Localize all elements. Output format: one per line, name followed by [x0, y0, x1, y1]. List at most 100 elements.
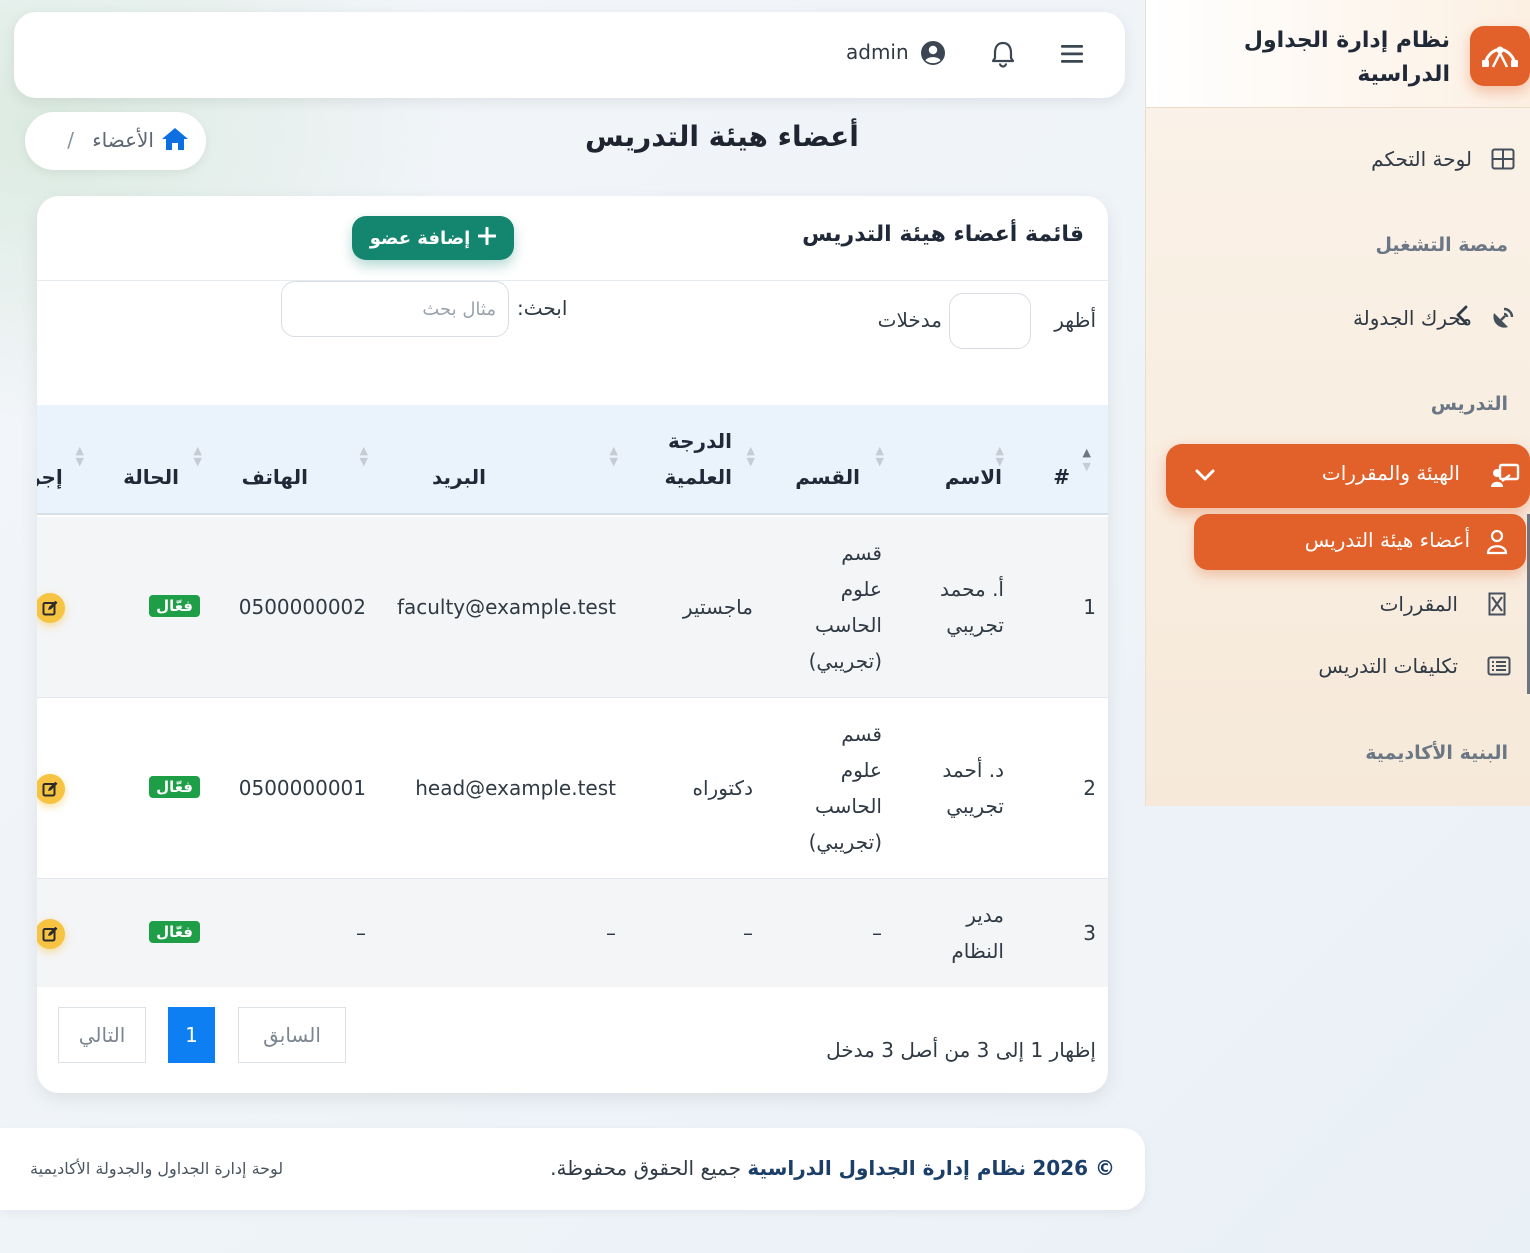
- pagination-page-1[interactable]: 1: [168, 1007, 215, 1063]
- user-circle-icon[interactable]: [920, 40, 946, 68]
- chalkboard-teacher-icon: [1490, 462, 1520, 490]
- cell-phone: 0500000001: [238, 776, 366, 800]
- sidebar-section-platform: منصة التشغيل: [1375, 234, 1508, 256]
- status-badge: فعّال: [149, 595, 200, 617]
- sort-desc-icon[interactable]: ▼: [1083, 461, 1091, 472]
- table-row[interactable]: 3 مدير النظام – – – – فعّال: [37, 879, 1108, 987]
- sidebar-item-engine[interactable]: محرك الجدولة: [1145, 293, 1530, 343]
- breadcrumb: الأعضاء /: [25, 112, 206, 170]
- col-num[interactable]: #: [1053, 459, 1070, 495]
- add-member-label: إضافة عضو: [369, 227, 471, 249]
- sort-icon[interactable]: ▲ ▼: [876, 445, 884, 467]
- cell-name-line2: تجريبي: [946, 794, 1004, 818]
- cell-email: head@example.test: [415, 776, 616, 800]
- footer-copyright: © 2026 نظام إدارة الجداول الدراسية جميع …: [550, 1156, 1115, 1180]
- card-title: قائمة أعضاء هيئة التدريس: [802, 222, 1084, 247]
- edit-button[interactable]: [37, 593, 65, 623]
- sidebar-section-academic: البنية الأكاديمية: [1365, 742, 1508, 764]
- cell-dept-line2: علوم: [840, 758, 882, 782]
- sidebar-item-label: تكليفات التدريس: [1318, 654, 1458, 678]
- col-degree-line2[interactable]: العلمية: [664, 459, 732, 495]
- sort-icon[interactable]: ▲ ▼: [610, 445, 618, 467]
- col-degree-line1[interactable]: الدرجة: [668, 423, 732, 459]
- list-icon: [1486, 653, 1512, 679]
- footer-year: © 2026: [1032, 1156, 1115, 1180]
- add-member-button[interactable]: إضافة عضو: [352, 216, 514, 260]
- page-title: أعضاء هيئة التدريس: [585, 120, 859, 153]
- cell-dept: –: [872, 921, 882, 945]
- pagination-next[interactable]: التالي: [58, 1007, 146, 1063]
- sidebar-item-label: المقررات: [1379, 592, 1458, 616]
- cell-degree: –: [743, 921, 753, 945]
- col-phone[interactable]: الهاتف: [242, 459, 308, 495]
- cell-dept-line1: قسم: [841, 541, 882, 565]
- cell-dept-line1: قسم: [841, 722, 882, 746]
- sidebar-item-label: الهيئة والمقررات: [1321, 461, 1460, 485]
- footer-rights: جميع الحقوق محفوظة.: [550, 1156, 742, 1180]
- cell-num: 2: [1083, 776, 1096, 800]
- footer-brand[interactable]: نظام إدارة الجداول الدراسية: [747, 1156, 1026, 1180]
- sidebar-section-teaching: التدريس: [1430, 393, 1508, 415]
- col-name[interactable]: الاسم: [945, 459, 1002, 495]
- edit-icon: [42, 781, 58, 797]
- hamburger-menu-icon[interactable]: [1059, 42, 1085, 66]
- col-dept[interactable]: القسم: [795, 459, 860, 495]
- chevron-down-icon: [1194, 458, 1216, 496]
- sort-asc-icon[interactable]: ▲: [1083, 447, 1091, 458]
- breadcrumb-separator: /: [67, 128, 74, 152]
- show-label: أظهر: [1054, 308, 1096, 332]
- brand-logo-icon: [1470, 26, 1530, 86]
- table-row[interactable]: 2 د. أحمد تجريبي قسم علوم الحاسب (تجريبي…: [37, 698, 1108, 879]
- cell-name-line2: تجريبي: [946, 613, 1004, 637]
- edit-button[interactable]: [37, 774, 65, 804]
- col-email[interactable]: البريد: [432, 459, 486, 495]
- table-info: إظهار 1 إلى 3 من أصل 3 مدخل: [826, 1038, 1096, 1062]
- cell-dept-line3: الحاسب: [814, 794, 882, 818]
- breadcrumb-current: الأعضاء: [92, 128, 154, 152]
- brand[interactable]: نظام إدارة الجداول الدراسية: [1146, 0, 1530, 108]
- sort-icon[interactable]: ▲ ▼: [360, 445, 368, 467]
- page-length-select[interactable]: [949, 293, 1031, 349]
- table-row[interactable]: 1 أ. محمد تجريبي قسم علوم الحاسب (تجريبي…: [37, 517, 1108, 698]
- home-icon[interactable]: [160, 126, 190, 154]
- sort-icon[interactable]: ▲ ▼: [747, 445, 755, 467]
- book-x-icon: [1484, 591, 1510, 617]
- sidebar-item-label: لوحة التحكم: [1371, 147, 1472, 171]
- cell-dept-line3: الحاسب: [814, 613, 882, 637]
- bell-icon[interactable]: [990, 40, 1016, 68]
- pagination-previous[interactable]: السابق: [238, 1007, 346, 1063]
- sidebar-item-faculty-courses[interactable]: الهيئة والمقررات: [1166, 444, 1530, 508]
- sidebar-item-courses[interactable]: المقررات: [1145, 579, 1530, 629]
- cell-email: –: [606, 921, 616, 945]
- edit-button[interactable]: [37, 919, 65, 949]
- cell-dept-line2: علوم: [840, 577, 882, 601]
- cell-degree: دكتوراه: [692, 776, 754, 800]
- cell-num: 1: [1083, 595, 1096, 619]
- card-header: قائمة أعضاء هيئة التدريس إضافة عضو: [37, 196, 1108, 281]
- cell-dept-line4: (تجريبي): [808, 649, 882, 673]
- sort-icon[interactable]: ▲ ▼: [996, 445, 1004, 467]
- status-badge: فعّال: [149, 921, 200, 943]
- footer: © 2026 نظام إدارة الجداول الدراسية جميع …: [0, 1128, 1145, 1210]
- sidebar-item-assignments[interactable]: تكليفات التدريس: [1145, 641, 1530, 691]
- cell-name-line2: النظام: [951, 939, 1004, 963]
- sidebar-item-faculty-members[interactable]: أعضاء هيئة التدريس: [1194, 514, 1526, 570]
- topbar: admin: [14, 12, 1125, 98]
- user-icon: [1484, 528, 1510, 556]
- edit-icon: [42, 926, 58, 942]
- sort-icon[interactable]: ▲ ▼: [194, 445, 202, 467]
- cell-email: faculty@example.test: [396, 595, 616, 619]
- grid-icon: [1490, 146, 1516, 172]
- col-actions[interactable]: إجراءات: [37, 459, 63, 495]
- entries-label: مدخلات: [877, 308, 942, 332]
- user-name[interactable]: admin: [846, 40, 909, 64]
- cell-name-line1: مدير: [966, 903, 1004, 927]
- sidebar-item-dashboard[interactable]: لوحة التحكم: [1145, 134, 1530, 184]
- cell-dept-line4: (تجريبي): [808, 830, 882, 854]
- search-input[interactable]: [281, 281, 509, 337]
- chevron-left-icon: [1455, 304, 1469, 332]
- edit-icon: [42, 600, 58, 616]
- status-badge: فعّال: [149, 776, 200, 798]
- col-status[interactable]: الحالة: [123, 459, 179, 495]
- sort-icon[interactable]: ▲ ▼: [76, 445, 84, 467]
